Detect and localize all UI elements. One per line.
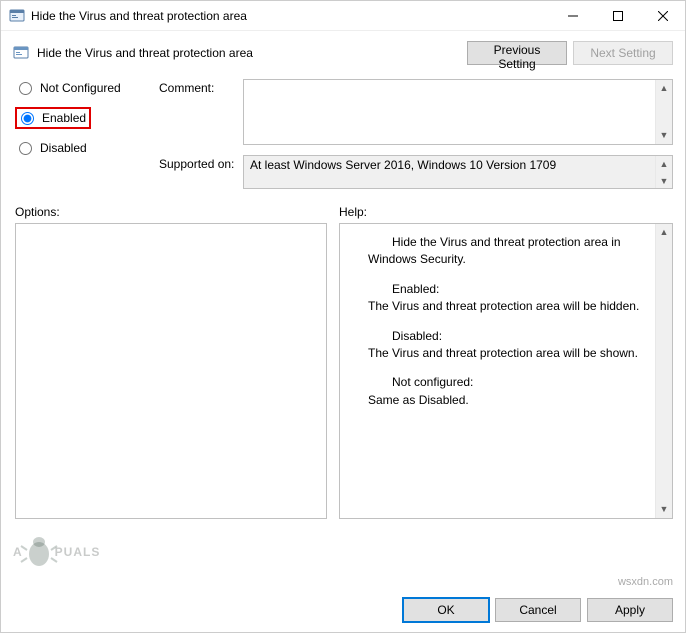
window-title: Hide the Virus and threat protection are… [31,9,550,23]
supported-on-field: At least Windows Server 2016, Windows 10… [243,155,673,189]
apply-button[interactable]: Apply [587,598,673,622]
radio-enabled-input[interactable] [21,112,34,125]
ok-button[interactable]: OK [403,598,489,622]
scroll-down-icon: ▼ [660,127,669,144]
help-panel: Hide the Virus and threat protection are… [339,223,673,519]
watermark: A PUALS [13,532,100,572]
comment-field[interactable] [244,80,655,144]
supported-on-label: Supported on: [159,155,239,171]
maximize-button[interactable] [595,1,640,30]
radio-disabled[interactable]: Disabled [15,139,155,157]
options-label: Options: [15,205,339,219]
options-panel [15,223,327,519]
policy-icon [13,45,29,61]
radio-enabled-label[interactable]: Enabled [42,111,86,125]
cancel-button[interactable]: Cancel [495,598,581,622]
radio-not-configured[interactable]: Not Configured [15,79,155,97]
scroll-down-icon: ▼ [660,501,669,518]
title-bar: Hide the Virus and threat protection are… [1,1,685,31]
radio-disabled-input[interactable] [19,142,32,155]
radio-not-configured-label[interactable]: Not Configured [40,81,121,95]
policy-title: Hide the Virus and threat protection are… [37,46,461,60]
header-row: Hide the Virus and threat protection are… [1,31,685,71]
minimize-button[interactable] [550,1,595,30]
window-controls [550,1,685,30]
help-p4: Not configured: Same as Disabled. [368,374,641,409]
radio-disabled-label[interactable]: Disabled [40,141,87,155]
close-button[interactable] [640,1,685,30]
bug-icon [19,532,59,572]
help-p2: Enabled: The Virus and threat protection… [368,281,641,316]
scroll-down-icon: ▼ [660,173,669,190]
config-grid: Not Configured Enabled Disabled Comment:… [1,71,685,189]
comment-field-wrap: ▲ ▼ [243,79,673,145]
help-content: Hide the Virus and threat protection are… [340,224,655,518]
radio-enabled[interactable]: Enabled [15,107,91,129]
help-scrollbar[interactable]: ▲ ▼ [655,224,672,518]
help-label: Help: [339,205,367,219]
help-p1: Hide the Virus and threat protection are… [368,234,641,269]
supported-on-value: At least Windows Server 2016, Windows 10… [244,156,655,174]
scroll-up-icon: ▲ [660,156,669,173]
radio-not-configured-input[interactable] [19,82,32,95]
app-icon [9,8,25,24]
next-setting-button: Next Setting [573,41,673,65]
comment-scrollbar[interactable]: ▲ ▼ [655,80,672,144]
scroll-up-icon: ▲ [660,224,669,241]
footer-buttons: OK Cancel Apply [403,598,673,622]
watermark-domain: wsxdn.com [618,576,673,588]
previous-setting-button[interactable]: Previous Setting [467,41,567,65]
scroll-up-icon: ▲ [660,80,669,97]
state-radio-group: Not Configured Enabled Disabled [15,79,155,157]
section-labels: Options: Help: [1,189,685,223]
supported-scrollbar[interactable]: ▲ ▼ [655,156,672,188]
panels: Hide the Virus and threat protection are… [1,223,685,519]
comment-label: Comment: [159,79,239,95]
help-p3: Disabled: The Virus and threat protectio… [368,328,641,363]
